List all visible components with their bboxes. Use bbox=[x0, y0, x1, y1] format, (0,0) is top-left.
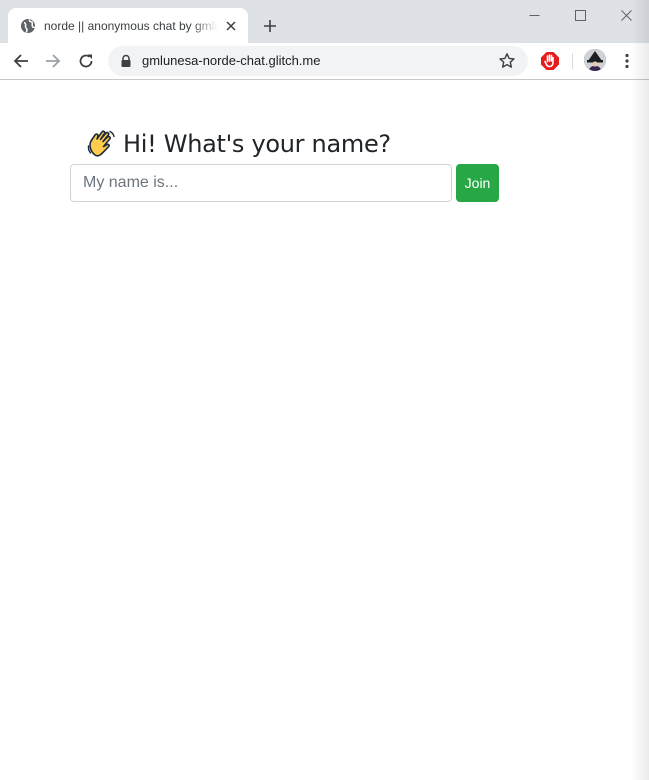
star-icon[interactable] bbox=[498, 52, 516, 70]
address-bar[interactable]: gmlunesa-norde-chat.glitch.me bbox=[108, 46, 528, 76]
close-icon[interactable] bbox=[222, 17, 240, 35]
arrow-right-icon[interactable] bbox=[41, 49, 65, 73]
browser-toolbar: gmlunesa-norde-chat.glitch.me bbox=[0, 43, 649, 80]
avatar[interactable] bbox=[584, 49, 606, 71]
reload-icon[interactable] bbox=[74, 49, 98, 73]
tab-title: norde || anonymous chat by gmlunesa bbox=[44, 19, 218, 33]
toolbar-divider bbox=[572, 53, 573, 69]
heading-text: Hi! What's your name? bbox=[123, 130, 391, 158]
window-edge-shadow bbox=[631, 0, 649, 780]
kebab-menu-icon[interactable] bbox=[616, 50, 638, 72]
lock-icon[interactable] bbox=[119, 54, 133, 68]
window-close-button[interactable] bbox=[615, 4, 637, 26]
tab-active[interactable]: norde || anonymous chat by gmlunesa bbox=[8, 8, 248, 43]
browser-window: norde || anonymous chat by gmlunesa bbox=[0, 0, 649, 780]
arrow-left-icon[interactable] bbox=[9, 49, 33, 73]
name-input[interactable] bbox=[70, 164, 452, 202]
waving-hand-icon bbox=[86, 129, 116, 159]
globe-icon bbox=[20, 18, 36, 34]
ublock-stop-icon[interactable] bbox=[540, 51, 560, 71]
plus-icon[interactable] bbox=[258, 14, 282, 38]
url-text[interactable]: gmlunesa-norde-chat.glitch.me bbox=[142, 53, 320, 69]
join-button[interactable]: Join bbox=[456, 164, 499, 202]
page-heading: Hi! What's your name? bbox=[86, 128, 391, 160]
tab-strip: norde || anonymous chat by gmlunesa bbox=[0, 0, 649, 43]
minimize-button[interactable] bbox=[523, 4, 545, 26]
maximize-button[interactable] bbox=[569, 4, 591, 26]
